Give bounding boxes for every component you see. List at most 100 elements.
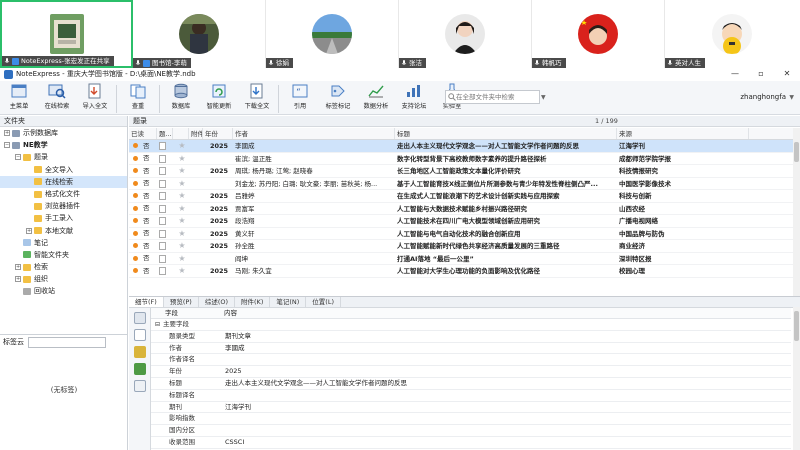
expand-icon[interactable]: + <box>4 130 10 137</box>
field-row[interactable]: 标题 走出人本主义现代文学观念——对人工智能文学作者问题的反思 <box>151 378 791 390</box>
field-value[interactable]: CSSCI <box>221 437 791 448</box>
tab-2[interactable]: 综述(O) <box>199 297 236 307</box>
current-user[interactable]: zhanghongfa <box>740 93 786 101</box>
column-header[interactable]: 附件 <box>189 128 203 139</box>
support-forum-button[interactable]: 支持论坛 <box>395 83 433 110</box>
edit-icon[interactable] <box>133 312 146 324</box>
table-row[interactable]: 否 ★ 2025 吕雅婷 在生成式人工智能浪潮下的艺术设计创新实践与应用探索 科技与创新 <box>129 190 800 203</box>
table-row[interactable]: 否 ★ 2025 黄义轩 人工智能与电气自动化技术的融合创新应用 中国品牌与防伪 <box>129 228 800 240</box>
video-tile-participant[interactable]: 图书馆-李萌 <box>133 0 266 68</box>
folder-tree-item[interactable]: 浏览器插件 <box>0 200 127 212</box>
table-row[interactable]: 否 ★ 崔滨; 温正胜 数字化转型背景下高校教师数字素养的提升路径探析 成都师范学院学报 <box>129 153 800 165</box>
maximize-button[interactable]: ▫ <box>748 68 774 80</box>
star-icon[interactable]: ★ <box>173 240 189 252</box>
collapse-icon[interactable]: − <box>15 154 21 161</box>
video-tile-participant[interactable]: 徐娟 <box>266 0 399 68</box>
collapse-icon[interactable]: ⊟ <box>155 321 160 328</box>
expand-icon[interactable]: + <box>15 276 21 283</box>
video-tile-participant[interactable]: 张洁 <box>399 0 532 68</box>
field-row[interactable]: 收录范围 CSSCI <box>151 437 791 449</box>
folder-tree-item[interactable]: 格式化文件 <box>0 188 127 200</box>
folder-tree-item[interactable]: − 题录 <box>0 151 127 163</box>
tab-0[interactable]: 细节(F) <box>129 297 164 307</box>
video-tile-participant[interactable]: 韩帆巧 <box>532 0 665 68</box>
field-row[interactable]: 标题译名 <box>151 390 791 402</box>
folder-tree-item[interactable]: + 示例数据库 <box>0 127 127 139</box>
star-icon[interactable]: ★ <box>173 265 189 277</box>
tab-1[interactable]: 预览(P) <box>164 297 199 307</box>
table-row[interactable]: 否 ★ 2025 李國成 走出人本主义现代文学观念——对人工智能文学作者问题的反思 江海学… <box>129 140 800 153</box>
folder-tree-item[interactable]: 全文导入 <box>0 164 127 176</box>
field-value[interactable] <box>221 354 791 365</box>
folder-tree-item[interactable]: 智能文件夹 <box>0 249 127 261</box>
scrollbar-thumb[interactable] <box>794 142 799 162</box>
star-icon[interactable]: ★ <box>173 153 189 165</box>
tab-3[interactable]: 附件(K) <box>235 297 271 307</box>
folder-tree-item[interactable]: + 组织 <box>0 273 127 285</box>
folder-tree-item[interactable]: 笔记 <box>0 237 127 249</box>
folder-tree-item[interactable]: 手工录入 <box>0 212 127 224</box>
highlight-icon[interactable] <box>133 346 146 358</box>
document-icon[interactable] <box>133 329 146 341</box>
column-header[interactable]: 年份 <box>203 128 233 139</box>
star-icon[interactable]: ★ <box>173 228 189 240</box>
tab-4[interactable]: 笔记(N) <box>270 297 307 307</box>
column-header[interactable]: 作者 <box>233 128 395 139</box>
folder-tree-item[interactable]: − NE教学 <box>0 139 127 151</box>
cite-button[interactable]: “ 引用 <box>281 83 319 110</box>
table-row[interactable]: 否 ★ 2025 段浩翔 人工智能技术在四川广电大模型领域创新应用研究 广播电视网络 <box>129 215 800 228</box>
column-header[interactable]: 来源 <box>617 128 749 139</box>
dedupe-button[interactable]: 查重 <box>119 83 157 110</box>
import-fulltext-button[interactable]: 导入全文 <box>76 83 114 110</box>
column-header[interactable] <box>173 128 189 139</box>
field-value[interactable]: 李國成 <box>221 343 791 354</box>
expand-icon[interactable]: + <box>15 264 21 271</box>
search-box[interactable] <box>445 90 540 104</box>
field-row[interactable]: 作者 李國成 <box>151 343 791 355</box>
table-row[interactable]: 否 ★ 刘金龙; 苏丹阳; 白璐; 耿文豪; 李丽; 苗秋英; 杨... 基于人工智能… <box>129 178 800 190</box>
tag-mark-button[interactable]: 标签标记 <box>319 83 357 110</box>
star-icon[interactable]: ★ <box>173 253 189 265</box>
chart-icon[interactable] <box>133 380 146 392</box>
collapse-icon[interactable]: − <box>4 142 10 149</box>
field-group-row[interactable]: ⊟ 主要字段 <box>151 319 791 331</box>
table-row[interactable]: 否 ★ 2025 周琪; 杨丹璐; 江莺; 赵晓春 长三角地区人工智能政策文本量化评价研… <box>129 165 800 178</box>
grid-icon[interactable] <box>133 363 146 375</box>
field-row[interactable]: 题录类型 期刊文章 <box>151 331 791 343</box>
field-value[interactable] <box>221 413 791 424</box>
column-header[interactable]: 题... <box>157 128 173 139</box>
star-icon[interactable]: ★ <box>173 203 189 215</box>
folder-tree-item[interactable]: 回收站 <box>0 285 127 297</box>
column-header[interactable]: 标题 <box>395 128 617 139</box>
field-row[interactable]: 年份 2025 <box>151 366 791 378</box>
online-search-button[interactable]: 在线检索 <box>38 83 76 110</box>
expand-icon[interactable]: + <box>26 227 32 234</box>
close-button[interactable]: ✕ <box>774 68 800 80</box>
minimize-button[interactable]: — <box>722 68 748 80</box>
tab-5[interactable]: 位置(L) <box>306 297 341 307</box>
field-value[interactable]: 江海学刊 <box>221 402 791 413</box>
user-dropdown-icon[interactable]: ▼ <box>789 94 794 101</box>
table-row[interactable]: 否 ★ 2025 孙全胜 人工智能赋能新时代绿色共享经济高质量发展的三重路径 商业经济 <box>129 240 800 253</box>
field-value[interactable] <box>221 390 791 401</box>
field-row[interactable]: 期刊 江海学刊 <box>151 402 791 414</box>
search-input[interactable] <box>456 93 536 101</box>
video-tile-screen-share[interactable]: NoteExpress-张宏发正在共享 <box>0 0 133 68</box>
table-row[interactable]: 否 ★ 2025 马刚; 朱久宜 人工智能对大学生心理功能的负面影响及优化路径 校园心理 <box>129 265 800 278</box>
star-icon[interactable]: ★ <box>173 165 189 177</box>
database-button[interactable]: 数据库 <box>162 83 200 110</box>
scrollbar-thumb[interactable] <box>794 311 799 341</box>
column-header[interactable]: 已读 <box>129 128 157 139</box>
smart-update-button[interactable]: 智能更新 <box>200 83 238 110</box>
table-scrollbar[interactable] <box>793 128 800 296</box>
table-row[interactable]: 否 ★ 阎坤 打通AI落地 “最后一公里” 深圳特区报 <box>129 253 800 265</box>
video-tile-participant[interactable]: 英对人生 <box>665 0 798 68</box>
main-menu-button[interactable]: 主菜单 <box>0 83 38 110</box>
field-row[interactable]: 影响指数 <box>151 413 791 426</box>
detail-scrollbar[interactable] <box>793 307 800 450</box>
search-dropdown-icon[interactable]: ▼ <box>541 94 546 101</box>
star-icon[interactable]: ★ <box>173 215 189 227</box>
folder-tree-item[interactable]: 在线检索 <box>0 175 127 188</box>
field-value[interactable] <box>221 425 791 436</box>
field-row[interactable]: 国内分区 <box>151 425 791 437</box>
